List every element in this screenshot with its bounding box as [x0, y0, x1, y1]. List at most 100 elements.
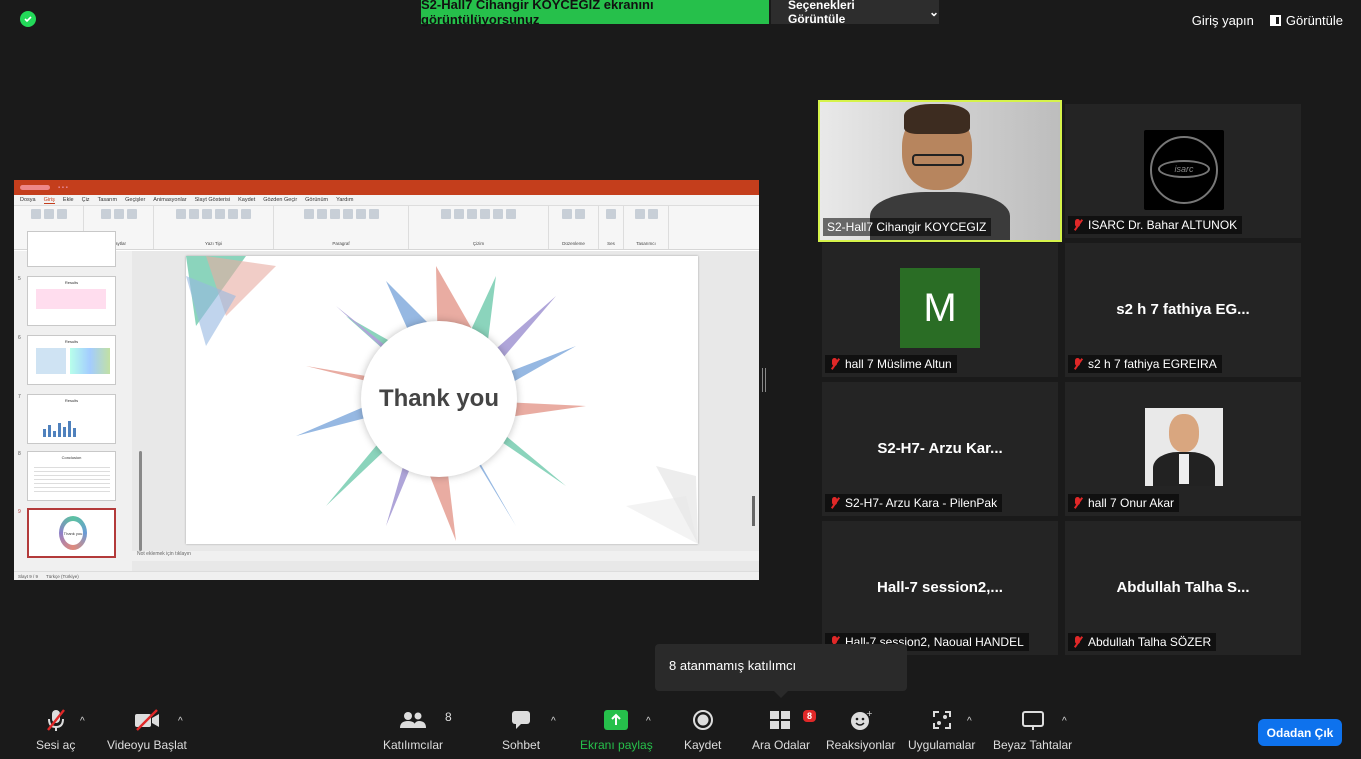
whiteboard-options-chevron-icon[interactable]: ^ [1062, 716, 1067, 727]
participants-button[interactable]: 8 Katılımcılar [383, 708, 452, 752]
slide-thumbnail[interactable] [27, 231, 116, 267]
current-slide[interactable]: Thank you [186, 256, 698, 544]
ribbon-group-drawing[interactable]: Çizim [409, 206, 549, 249]
ppt-menu-transitions[interactable]: Geçişler [125, 197, 145, 203]
participant-tile[interactable]: Hall-7 session2,... Hall-7 session2, Nao… [822, 521, 1058, 655]
slide-scrollbar[interactable] [752, 496, 755, 526]
participant-name: S2-Hall7 Cihangir KOYCEGIZ [827, 220, 987, 234]
ppt-menu-record[interactable]: Kaydet [238, 197, 255, 203]
slide-thumbnail[interactable]: Results [27, 394, 116, 444]
view-button-label: Görüntüle [1285, 13, 1343, 28]
whiteboards-label: Beyaz Tahtalar [993, 738, 1073, 752]
record-label: Kaydet [684, 738, 722, 752]
participant-tile[interactable]: isarc ISARC Dr. Bahar ALTUNOK [1065, 104, 1301, 238]
ppt-menu-animations[interactable]: Animasyonlar [153, 197, 186, 203]
mic-muted-icon [1072, 358, 1083, 370]
gallery-view-icon [1269, 15, 1281, 26]
participant-tile[interactable]: M hall 7 Müslime Altun [822, 243, 1058, 377]
share-screen-label: Ekranı paylaş [580, 738, 653, 752]
leave-meeting-button[interactable]: Odadan Çık [1258, 719, 1342, 746]
participant-display-name: Hall-7 session2,... [877, 579, 1003, 596]
slide-title: Thank you [378, 385, 499, 412]
share-screen-button[interactable]: Ekranı paylaş [580, 708, 653, 752]
reactions-label: Reaksiyonlar [826, 738, 896, 752]
ppt-menu-help[interactable]: Yardım [336, 197, 353, 203]
ribbon-group-designer[interactable]: Tasarımcı [624, 206, 669, 249]
slide-thumbnail[interactable]: Results [27, 276, 116, 326]
participant-name-label: hall 7 Müslime Altun [825, 355, 957, 373]
thumbnail-scrollbar[interactable] [139, 451, 142, 551]
thumbnail-chart [70, 348, 110, 374]
participant-name-label: S2-H7- Arzu Kara - PilenPak [825, 494, 1003, 512]
ppt-menu-review[interactable]: Gözden Geçir [263, 197, 297, 203]
ppt-title-bar: ▪ ▪ ▪ [14, 180, 759, 195]
ribbon-group-font[interactable]: Yazı Tipi [154, 206, 274, 249]
share-options-chevron-icon[interactable]: ^ [646, 716, 651, 727]
participant-tile[interactable]: Abdullah Talha S... Abdullah Talha SÖZER [1065, 521, 1301, 655]
record-icon [692, 708, 714, 732]
unmute-button[interactable]: Sesi aç [36, 708, 75, 752]
participant-name: s2 h 7 fathiya EGREIRA [1088, 357, 1217, 371]
thumbnail-number: 5 [18, 276, 21, 282]
thumbnail-number: 7 [18, 394, 21, 400]
start-video-button[interactable]: Videoyu Başlat [107, 708, 187, 752]
participant-display-name: s2 h 7 fathiya EG... [1116, 301, 1250, 318]
apps-options-chevron-icon[interactable]: ^ [967, 716, 972, 727]
view-button[interactable]: Görüntüle [1269, 13, 1343, 28]
chat-icon [510, 708, 532, 732]
chat-options-chevron-icon[interactable]: ^ [551, 716, 556, 727]
video-options-chevron-icon[interactable]: ^ [178, 716, 183, 727]
thumbnail-title: Results [64, 280, 79, 285]
sign-in-link[interactable]: Giriş yapın [1192, 13, 1254, 28]
ppt-menu-design[interactable]: Tasarım [98, 197, 118, 203]
participant-tile[interactable]: S2-H7- Arzu Kar... S2-H7- Arzu Kara - Pi… [822, 382, 1058, 516]
smiley-icon: + [850, 708, 872, 732]
ppt-menu-file[interactable]: Dosya [20, 197, 36, 203]
chat-button[interactable]: Sohbet [502, 708, 540, 752]
participant-name: ISARC Dr. Bahar ALTUNOK [1088, 218, 1238, 232]
whiteboard-icon [1021, 708, 1045, 732]
apps-button[interactable]: Uygulamalar [908, 708, 975, 752]
view-options-dropdown[interactable]: Seçenekleri Görüntüle ⌄ [771, 0, 939, 26]
audio-options-chevron-icon[interactable]: ^ [80, 716, 85, 727]
ppt-menu-insert[interactable]: Ekle [63, 197, 74, 203]
mic-muted-icon [829, 497, 840, 509]
participant-tile-active-speaker[interactable]: S2-Hall7 Cihangir KOYCEGIZ [818, 100, 1062, 242]
language-indicator[interactable]: Türkçe (Türkiye) [46, 574, 79, 579]
participant-name: S2-H7- Arzu Kara - PilenPak [845, 496, 998, 510]
participant-tile[interactable]: hall 7 Onur Akar [1065, 382, 1301, 516]
ppt-menu-slideshow[interactable]: Slayt Gösterisi [195, 197, 230, 203]
ribbon-group-audio[interactable]: Ses [599, 206, 624, 249]
slide-thumbnail[interactable]: Conclusion [27, 451, 116, 501]
zoom-meeting-window: S2-Hall7 Cihangir KOYCEGIZ ekranını görü… [0, 0, 1361, 759]
ppt-menu-draw[interactable]: Çiz [82, 197, 90, 203]
ribbon-group-label: Yazı Tipi [205, 241, 222, 246]
slide-counter: Slayt 9 / 9 [18, 573, 39, 579]
notes-pane[interactable]: Not eklemek için tıklayın [132, 551, 759, 561]
ribbon-group-editing[interactable]: Düzenleme [549, 206, 599, 249]
slide-thumbnail[interactable]: Results [27, 335, 116, 385]
breakout-rooms-button[interactable]: 8 Ara Odalar [752, 708, 817, 752]
video-off-icon [133, 708, 161, 732]
slide-thumbnail-selected[interactable]: Thank you [27, 508, 116, 558]
security-shield-icon[interactable] [20, 11, 36, 27]
shared-screen[interactable]: ▪ ▪ ▪ Dosya Giriş Ekle Çiz Tasarım Geçiş… [14, 180, 759, 580]
participant-tile[interactable]: s2 h 7 fathiya EG... s2 h 7 fathiya EGRE… [1065, 243, 1301, 377]
reactions-button[interactable]: + Reaksiyonlar [826, 708, 895, 752]
ribbon-group-paragraph[interactable]: Paragraf [274, 206, 409, 249]
participant-name-label: s2 h 7 fathiya EGREIRA [1068, 355, 1222, 373]
start-video-label: Videoyu Başlat [107, 738, 187, 752]
ribbon-group-label: Paragraf [332, 241, 350, 246]
panel-resize-handle[interactable] [762, 368, 766, 392]
thumbnail-number: 8 [18, 451, 21, 457]
ppt-menu-home[interactable]: Giriş [43, 197, 55, 204]
breakout-count-badge: 8 [803, 710, 817, 722]
chat-label: Sohbet [502, 738, 541, 752]
apps-label: Uygulamalar [908, 738, 976, 752]
mic-muted-icon [1072, 219, 1083, 231]
whiteboards-button[interactable]: Beyaz Tahtalar [993, 708, 1072, 752]
record-button[interactable]: Kaydet [684, 708, 721, 752]
participant-name: Abdullah Talha SÖZER [1088, 635, 1212, 649]
thumbnail-content [36, 289, 106, 309]
ppt-menu-view[interactable]: Görünüm [305, 197, 328, 203]
